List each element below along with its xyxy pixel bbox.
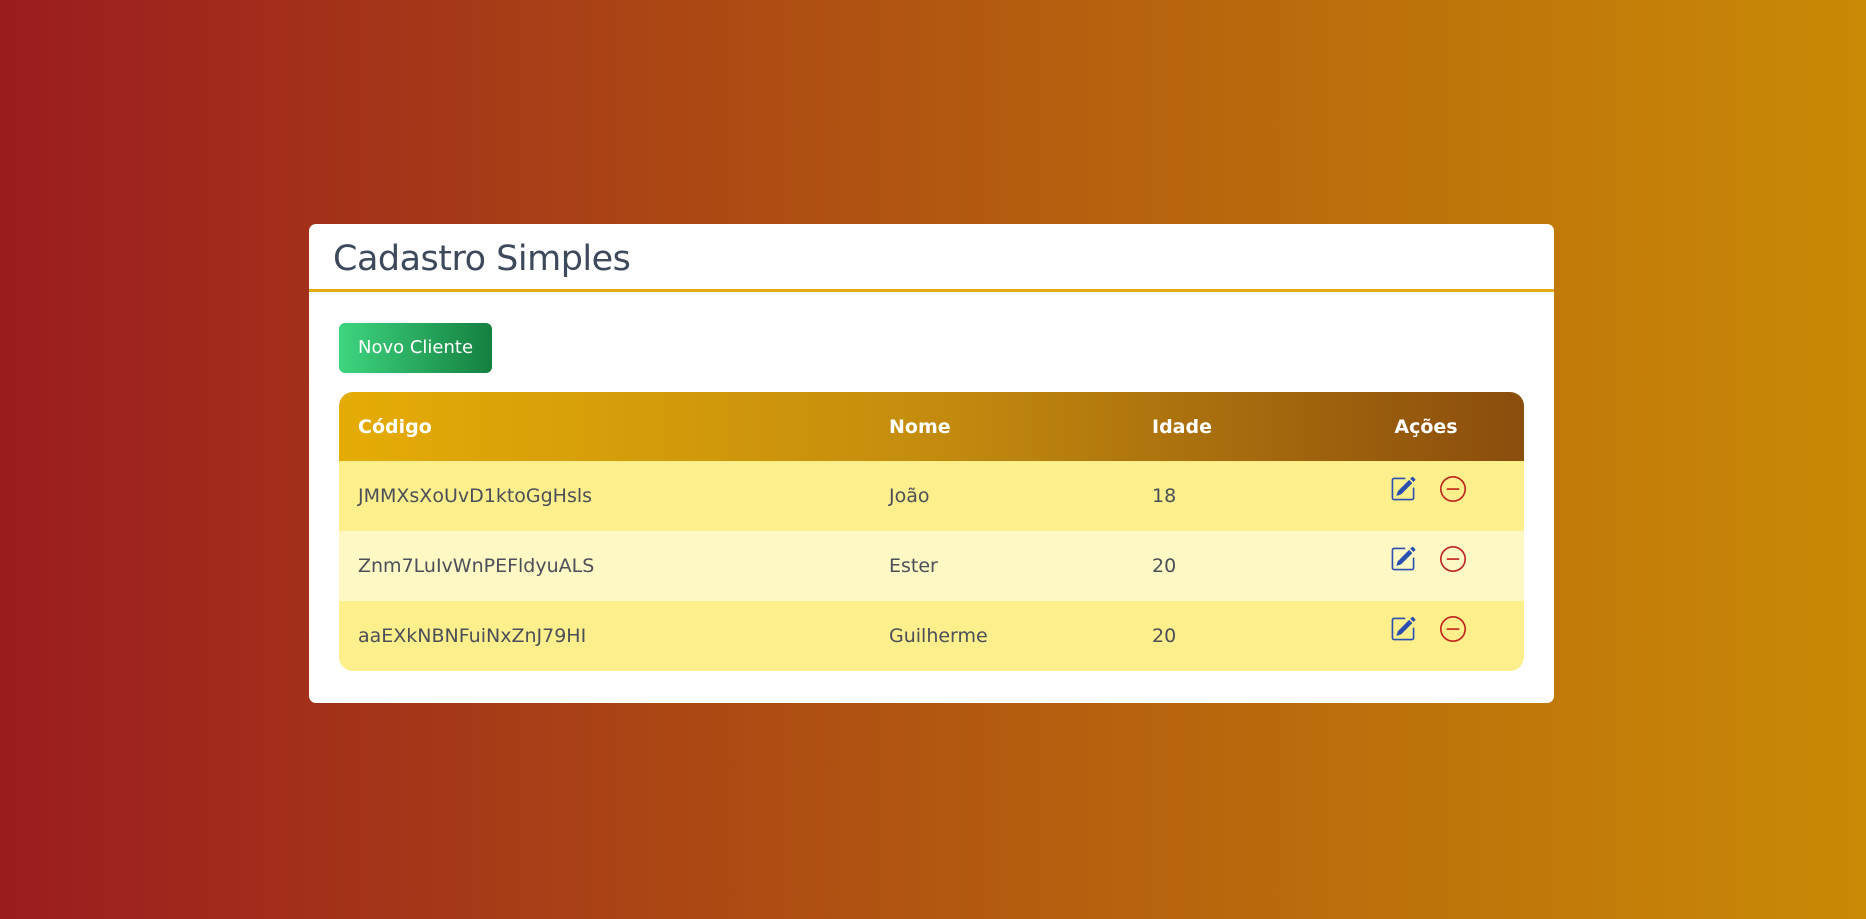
table-row: aaEXkNBNFuiNxZnJ79HI Guilherme 20 — [339, 601, 1524, 671]
new-client-button[interactable]: Novo Cliente — [339, 323, 493, 373]
row-actions — [1385, 531, 1468, 574]
table-row: JMMXsXoUvD1ktoGgHsls João 18 — [339, 461, 1524, 531]
card-header: Cadastro Simples — [309, 224, 1554, 292]
cell-codigo: aaEXkNBNFuiNxZnJ79HI — [358, 625, 587, 647]
cell-idade: 18 — [1152, 485, 1177, 507]
row-actions — [1385, 461, 1468, 504]
row-actions — [1385, 601, 1468, 644]
cell-actions — [1328, 531, 1524, 601]
column-header-nome: Nome — [889, 415, 951, 438]
column-header-acoes: Ações — [1394, 415, 1458, 438]
cell-nome: Ester — [889, 555, 938, 577]
table-row: Znm7LuIvWnPEFldyuALS Ester 20 — [339, 531, 1524, 601]
column-header-codigo: Código — [358, 415, 432, 438]
clients-table-wrapper: Código Nome Idade Ações JMMXsXoUvD1ktoGg… — [339, 392, 1524, 671]
column-header-idade: Idade — [1152, 415, 1212, 438]
cell-idade: 20 — [1152, 555, 1177, 577]
dash-circle-icon[interactable] — [1438, 544, 1468, 574]
cell-actions — [1328, 601, 1524, 671]
page-title: Cadastro Simples — [333, 238, 631, 279]
cell-actions — [1328, 461, 1524, 531]
dash-circle-icon[interactable] — [1438, 474, 1468, 504]
client-card: Cadastro Simples Novo Cliente Código Nom… — [309, 224, 1554, 703]
card-body: Novo Cliente Código Nome Idade Ações JMM… — [309, 292, 1554, 701]
clients-table: Código Nome Idade Ações JMMXsXoUvD1ktoGg… — [339, 392, 1524, 671]
cell-codigo: Znm7LuIvWnPEFldyuALS — [358, 555, 595, 577]
cell-codigo: JMMXsXoUvD1ktoGgHsls — [358, 485, 593, 507]
cell-nome: Guilherme — [889, 625, 988, 647]
cell-nome: João — [889, 485, 930, 507]
pencil-square-icon[interactable] — [1388, 474, 1418, 504]
cell-idade: 20 — [1152, 625, 1177, 647]
table-header-row: Código Nome Idade Ações — [339, 392, 1524, 461]
pencil-square-icon[interactable] — [1388, 544, 1418, 574]
dash-circle-icon[interactable] — [1438, 614, 1468, 644]
pencil-square-icon[interactable] — [1388, 614, 1418, 644]
